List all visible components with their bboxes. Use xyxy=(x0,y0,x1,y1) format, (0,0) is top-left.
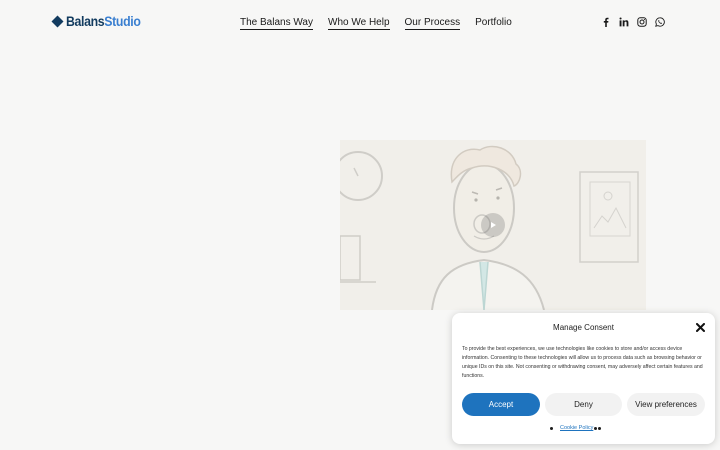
site-header: BalansStudio The Balans Way Who We Help … xyxy=(0,0,720,46)
site-logo[interactable]: BalansStudio xyxy=(51,13,151,29)
play-button[interactable] xyxy=(481,213,505,237)
instagram-icon[interactable] xyxy=(637,17,647,27)
deny-button[interactable]: Deny xyxy=(545,393,622,416)
main-nav: The Balans Way Who We Help Our Process P… xyxy=(240,16,512,30)
nav-portfolio[interactable]: Portfolio xyxy=(475,16,512,30)
logo-diamond-icon xyxy=(51,15,64,28)
nav-our-process[interactable]: Our Process xyxy=(404,16,461,30)
close-icon[interactable] xyxy=(695,322,705,332)
play-icon xyxy=(491,222,496,228)
facebook-icon[interactable] xyxy=(601,17,611,27)
linkedin-icon[interactable] xyxy=(619,17,629,27)
logo-text: BalansStudio xyxy=(66,13,141,29)
page: BalansStudio The Balans Way Who We Help … xyxy=(0,0,720,450)
cookie-consent-dialog: Manage Consent To provide the best exper… xyxy=(452,313,715,444)
consent-description: To provide the best experiences, we use … xyxy=(462,346,703,379)
cursor-dot xyxy=(594,427,597,430)
consent-title: Manage Consent xyxy=(553,323,614,332)
view-preferences-button[interactable]: View preferences xyxy=(627,393,705,416)
nav-who-we-help[interactable]: Who We Help xyxy=(328,16,390,30)
bullet-dot xyxy=(550,427,553,430)
cookie-policy-link[interactable]: Cookie Policy xyxy=(560,425,593,431)
nav-the-balans-way[interactable]: The Balans Way xyxy=(240,16,313,30)
social-links xyxy=(601,17,665,27)
cursor-dot xyxy=(598,427,601,430)
accept-button[interactable]: Accept xyxy=(462,393,540,416)
whatsapp-icon[interactable] xyxy=(655,17,665,27)
